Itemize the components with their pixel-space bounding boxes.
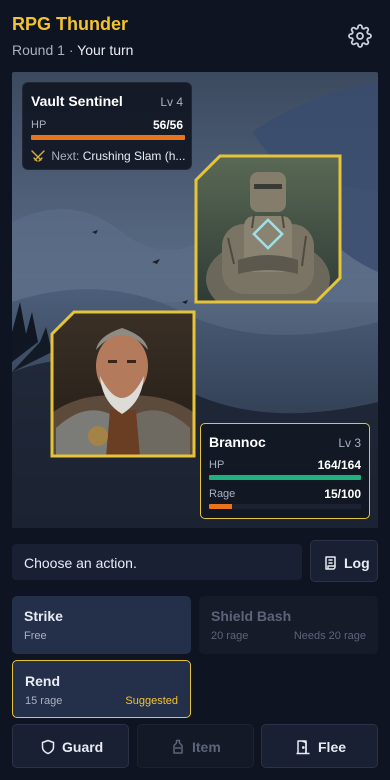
player-hp-label: HP [209,459,225,471]
player-portrait[interactable] [50,310,196,458]
skill-name: Rend [25,673,60,689]
enemy-hp-fill [31,135,185,140]
app-title: RPG Thunder [12,14,128,34]
guard-label: Guard [62,739,104,755]
enemy-hp-bar [31,135,185,140]
next-label: Next: [51,149,80,163]
swords-icon [31,150,45,162]
log-button[interactable]: Log [310,540,378,582]
item-button[interactable]: Item [137,724,254,768]
round-status: Round 1 · Your turn [12,42,133,58]
next-move-name: Crushing Slam (h... [82,149,186,163]
enemy-level: Lv 4 [160,95,183,109]
skill-requirement-note: Needs 20 rage [293,630,366,642]
turn-label: Your turn [77,42,134,58]
skill-cost: 20 rage [211,630,249,642]
gear-icon[interactable] [348,24,372,48]
player-status-card: Brannoc Lv 3 HP 164/164 Rage 15/100 [200,423,370,519]
round-separator: · [68,42,74,58]
skill-cost: 15 rage [25,695,63,707]
round-label: Round 1 [12,42,65,58]
player-hp-fill [209,475,361,480]
guard-button[interactable]: Guard [12,724,129,768]
enemy-portrait[interactable] [194,154,342,304]
enemy-name: Vault Sentinel [31,93,123,109]
player-hp-value: 164/164 [317,458,361,472]
player-name: Brannoc [209,434,266,450]
player-level: Lv 3 [338,436,361,450]
player-rage-fill [209,504,232,509]
enemy-status-card: Vault Sentinel Lv 4 HP 56/56 Next: Crush… [22,82,192,170]
log-label: Log [344,555,370,571]
suggested-badge: Suggested [125,695,178,707]
player-hp-bar [209,475,361,480]
enemy-hp-value: 56/56 [152,118,183,132]
skill-shield-bash-button[interactable]: Shield Bash 20 rage Needs 20 rage [199,596,378,654]
skill-name: Shield Bash [211,608,292,624]
enemy-next-move: Next: Crushing Slam (h... [31,149,187,163]
player-rage-label: Rage [209,488,236,500]
door-icon [296,740,310,755]
action-prompt: Choose an action. [12,544,302,580]
item-label: Item [192,739,221,755]
skill-strike-button[interactable]: Strike Free [12,596,191,654]
enemy-hp-label: HP [31,119,47,131]
skill-cost: Free [24,630,47,642]
skill-rend-button[interactable]: Rend 15 rage Suggested [12,660,191,718]
flee-button[interactable]: Flee [261,724,378,768]
shield-icon [41,739,55,755]
skill-name: Strike [24,608,63,624]
header: RPG Thunder Round 1 · Your turn [0,0,390,72]
player-rage-bar [209,504,361,509]
prompt-text: Choose an action. [24,555,137,571]
potion-icon [173,739,183,754]
player-rage-value: 15/100 [324,487,361,501]
flee-label: Flee [318,739,347,755]
log-icon [325,556,336,570]
